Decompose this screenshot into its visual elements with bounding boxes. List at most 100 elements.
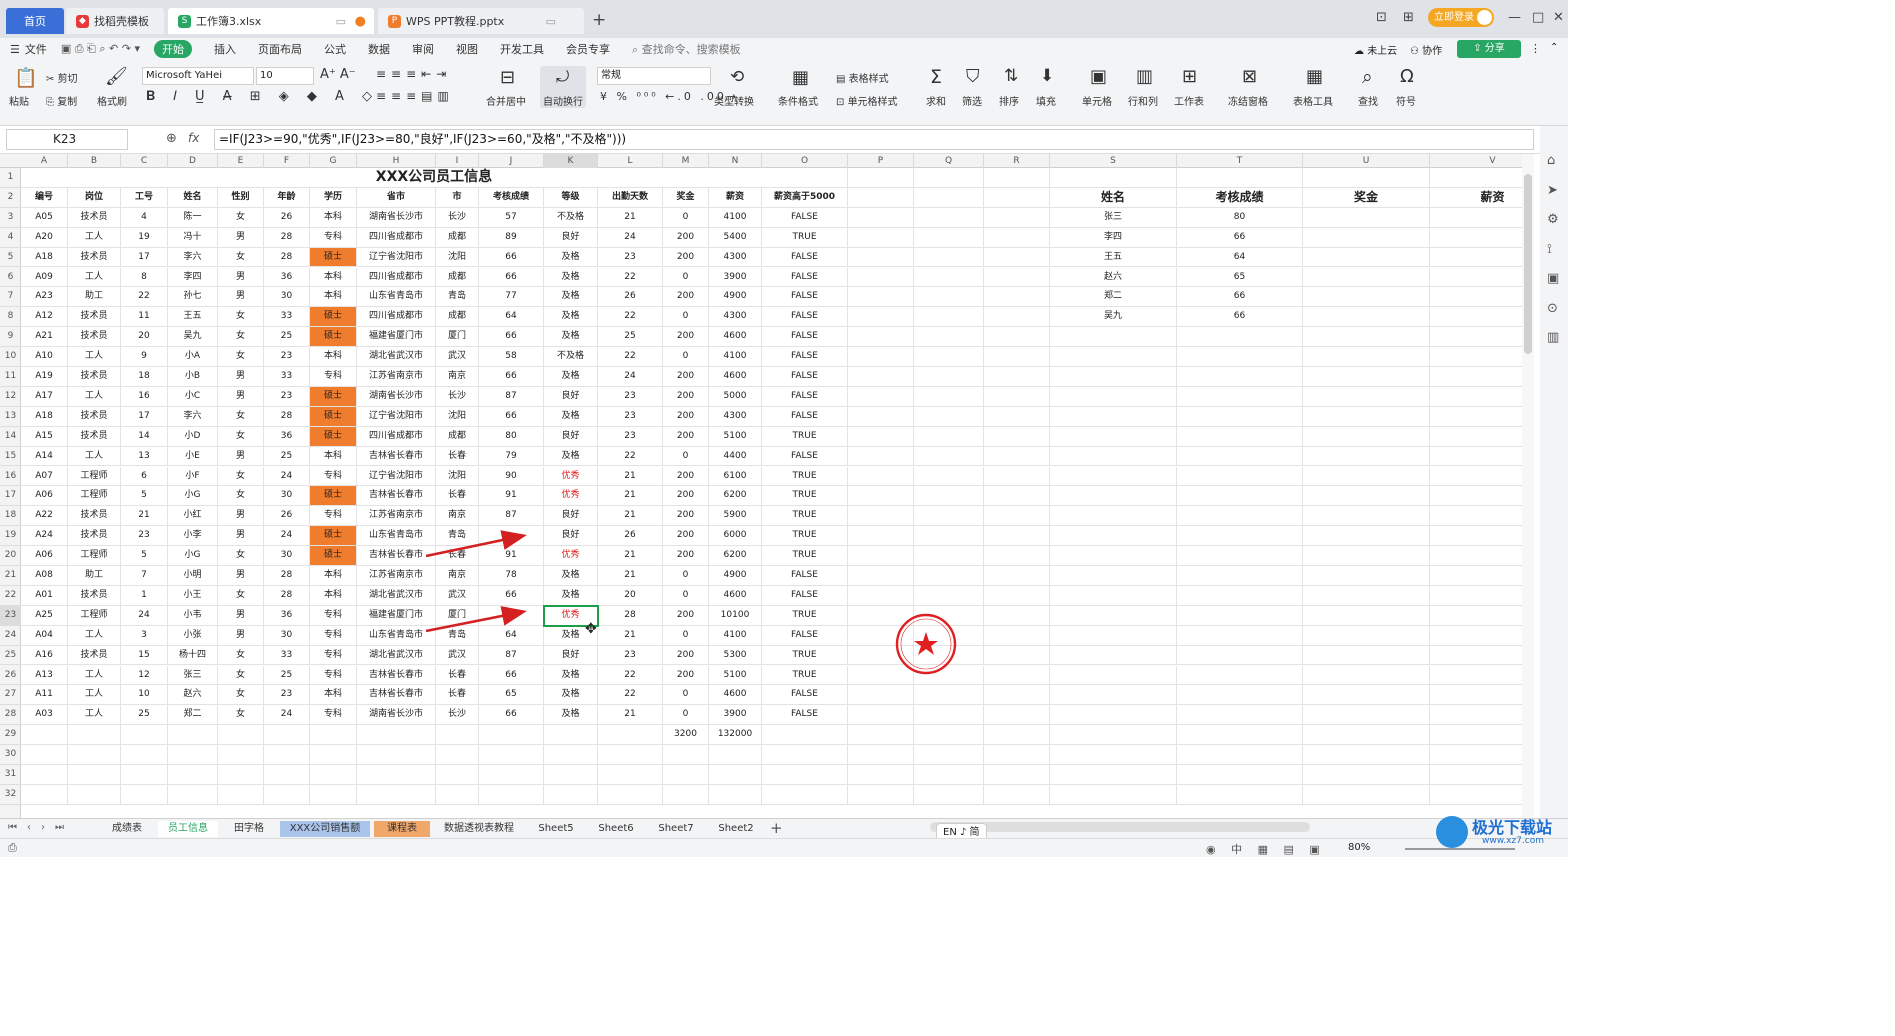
table-cell[interactable]: 良好: [544, 645, 598, 666]
table-cell[interactable]: 湖南省长沙市: [357, 705, 436, 726]
side-score[interactable]: 66: [1177, 287, 1303, 308]
close-icon[interactable]: ✕: [1553, 10, 1564, 25]
table-cell[interactable]: 吉林省长春市: [357, 486, 436, 507]
symbol-button[interactable]: 符号: [1396, 93, 1416, 108]
number-format-select[interactable]: 常规: [597, 67, 711, 85]
empty-cell[interactable]: [1050, 765, 1177, 785]
side-header[interactable]: 考核成绩: [1177, 187, 1303, 208]
empty-cell[interactable]: [1303, 526, 1430, 547]
empty-cell[interactable]: [1430, 347, 1522, 367]
table-cell[interactable]: 23: [264, 386, 310, 407]
empty-cell[interactable]: [1430, 427, 1522, 447]
table-cell[interactable]: FALSE: [762, 367, 848, 387]
table-cell[interactable]: 女: [218, 406, 264, 427]
row-header-30[interactable]: 30: [0, 745, 21, 765]
table-cell[interactable]: 及格: [544, 287, 598, 308]
empty-cell[interactable]: [21, 784, 68, 805]
table-cell[interactable]: 200: [663, 546, 709, 566]
table-cell[interactable]: 江苏省南京市: [357, 367, 436, 387]
table-cell[interactable]: 3900: [709, 705, 762, 726]
table-tools-button[interactable]: 表格工具: [1293, 93, 1333, 108]
empty-cell[interactable]: [848, 705, 914, 726]
table-cell[interactable]: A21: [21, 327, 68, 348]
table-cell[interactable]: 4100: [709, 207, 762, 228]
empty-cell[interactable]: [914, 765, 984, 785]
table-cell[interactable]: 男: [218, 566, 264, 586]
empty-cell[interactable]: [1303, 347, 1430, 367]
row-header-27[interactable]: 27: [0, 685, 21, 706]
row-header-15[interactable]: 15: [0, 447, 21, 467]
table-cell[interactable]: 小G: [168, 486, 218, 507]
search-command[interactable]: ⌕ 查找命令、搜索模板: [632, 41, 741, 57]
empty-cell[interactable]: [848, 168, 914, 188]
column-header-G[interactable]: G: [310, 154, 357, 168]
empty-cell[interactable]: [1430, 287, 1522, 308]
empty-cell[interactable]: [762, 765, 848, 785]
table-cell[interactable]: 21: [598, 546, 663, 566]
table-cell[interactable]: 66: [479, 247, 544, 268]
empty-cell[interactable]: [68, 725, 121, 746]
empty-cell[interactable]: [984, 745, 1050, 765]
table-cell[interactable]: 长沙: [436, 386, 479, 407]
table-cell[interactable]: 吉林省长春市: [357, 685, 436, 706]
header-cell[interactable]: 岗位: [68, 187, 121, 208]
header-cell[interactable]: 薪资高于5000: [762, 187, 848, 208]
side-score[interactable]: 66: [1177, 307, 1303, 328]
empty-cell[interactable]: [1430, 626, 1522, 646]
header-cell[interactable]: 出勤天数: [598, 187, 663, 208]
align-buttons[interactable]: ≡≡≡⇤⇥: [376, 67, 451, 81]
empty-cell[interactable]: [1430, 486, 1522, 507]
table-cell[interactable]: 男: [218, 367, 264, 387]
empty-cell[interactable]: [1303, 406, 1430, 427]
empty-cell[interactable]: [1430, 646, 1522, 666]
table-cell[interactable]: 90: [479, 466, 544, 487]
cell-style-button[interactable]: ⊡ 单元格样式: [836, 93, 898, 108]
table-cell[interactable]: 4600: [709, 685, 762, 706]
empty-cell[interactable]: [848, 347, 914, 367]
table-cell[interactable]: 33: [264, 307, 310, 328]
empty-cell[interactable]: [1177, 585, 1303, 606]
empty-cell[interactable]: [848, 585, 914, 606]
empty-cell[interactable]: [310, 745, 357, 765]
table-cell[interactable]: 4300: [709, 307, 762, 328]
table-cell[interactable]: A10: [21, 347, 68, 367]
table-cell[interactable]: 硕士: [310, 526, 357, 547]
table-cell[interactable]: A17: [21, 386, 68, 407]
empty-cell[interactable]: [357, 725, 436, 746]
empty-cell[interactable]: [68, 765, 121, 785]
empty-cell[interactable]: [544, 765, 598, 785]
empty-cell[interactable]: [1177, 327, 1303, 348]
table-cell[interactable]: 4600: [709, 327, 762, 348]
table-cell[interactable]: 长春: [436, 486, 479, 507]
side-header[interactable]: 奖金: [1303, 187, 1430, 208]
fill-icon[interactable]: ⬇: [1040, 66, 1054, 86]
menu-start[interactable]: 开始: [153, 40, 192, 58]
empty-cell[interactable]: [21, 745, 68, 765]
new-tab-icon[interactable]: +: [592, 10, 606, 30]
table-cell[interactable]: 25: [264, 327, 310, 348]
side-name[interactable]: 吴九: [1050, 307, 1177, 328]
table-cell[interactable]: 22: [598, 267, 663, 288]
table-cell[interactable]: 助工: [68, 566, 121, 586]
copy-button[interactable]: ⎘ 复制: [46, 93, 77, 108]
table-cell[interactable]: 及格: [544, 446, 598, 467]
empty-cell[interactable]: [1050, 347, 1177, 367]
empty-cell[interactable]: [848, 267, 914, 288]
empty-cell[interactable]: [436, 745, 479, 765]
table-cell[interactable]: 小张: [168, 625, 218, 646]
menu-page-layout[interactable]: 页面布局: [258, 41, 302, 57]
table-cell[interactable]: 良好: [544, 386, 598, 407]
side-name[interactable]: 赵六: [1050, 267, 1177, 288]
empty-cell[interactable]: [914, 526, 984, 547]
empty-cell[interactable]: [1430, 248, 1522, 268]
table-cell[interactable]: 24: [598, 367, 663, 387]
row-header-11[interactable]: 11: [0, 367, 21, 387]
table-cell[interactable]: 24: [121, 605, 168, 626]
table-cell[interactable]: 11: [121, 307, 168, 328]
row-header-19[interactable]: 19: [0, 526, 21, 547]
table-cell[interactable]: 36: [264, 267, 310, 288]
table-cell[interactable]: 成都: [436, 307, 479, 328]
sum-icon[interactable]: Σ: [930, 66, 942, 88]
empty-cell[interactable]: [1430, 327, 1522, 348]
table-cell[interactable]: 0: [663, 347, 709, 367]
